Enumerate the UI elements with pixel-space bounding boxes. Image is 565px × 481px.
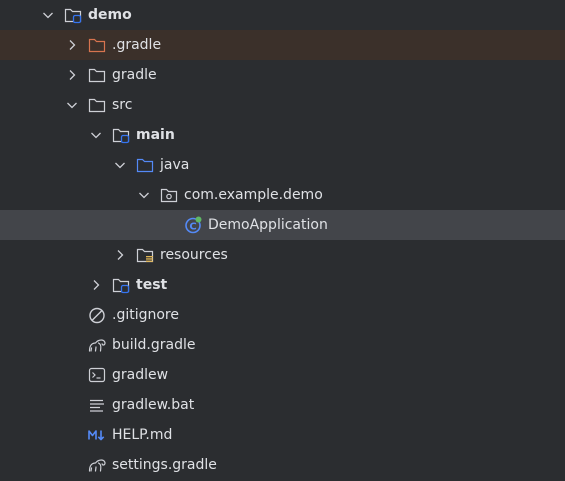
tree-label-gradle: gradle [112, 67, 157, 83]
module-folder-icon [112, 126, 130, 144]
tree-row-test[interactable]: test [0, 270, 565, 300]
tree-label-build-gradle: build.gradle [112, 337, 196, 353]
tree-row-build-gradle[interactable]: build.gradle [0, 330, 565, 360]
chevron-right-icon[interactable] [112, 247, 128, 263]
chevron-right-icon[interactable] [64, 67, 80, 83]
markdown-icon [88, 426, 106, 444]
chevron-down-icon[interactable] [64, 97, 80, 113]
chevron-right-icon[interactable] [88, 277, 104, 293]
tree-row-gitignore[interactable]: .gitignore [0, 300, 565, 330]
project-tree: demo .gradle gradle src main java com.ex… [0, 0, 565, 481]
tree-label-gradlew: gradlew [112, 367, 169, 383]
tree-label-test: test [136, 277, 168, 293]
tree-row-package[interactable]: com.example.demo [0, 180, 565, 210]
shell-script-icon [88, 366, 106, 384]
tree-row-gradlew[interactable]: gradlew [0, 360, 565, 390]
tree-label-help-md: HELP.md [112, 427, 173, 443]
tree-label-src: src [112, 97, 133, 113]
tree-label-package: com.example.demo [184, 187, 323, 203]
tree-row-src[interactable]: src [0, 90, 565, 120]
package-icon [160, 186, 178, 204]
chevron-down-icon[interactable] [112, 157, 128, 173]
excluded-folder-icon [88, 36, 106, 54]
tree-label-gradlew-bat: gradlew.bat [112, 397, 195, 413]
gitignore-icon [88, 306, 106, 324]
resources-folder-icon [136, 246, 154, 264]
chevron-down-icon[interactable] [136, 187, 152, 203]
text-file-icon [88, 396, 106, 414]
tree-row-settings-gradle[interactable]: settings.gradle [0, 450, 565, 480]
tree-row-dot-gradle[interactable]: .gradle [0, 30, 565, 60]
svg-text:C: C [189, 221, 196, 232]
spring-boot-class-icon: C [184, 216, 202, 234]
tree-label-demo: demo [88, 7, 132, 23]
tree-row-gradlew-bat[interactable]: gradlew.bat [0, 390, 565, 420]
module-folder-icon [64, 6, 82, 24]
tree-row-resources[interactable]: resources [0, 240, 565, 270]
tree-label-demo-application: DemoApplication [208, 217, 328, 233]
tree-label-java: java [160, 157, 190, 173]
module-folder-icon [112, 276, 130, 294]
tree-label-main: main [136, 127, 175, 143]
tree-row-gradle[interactable]: gradle [0, 60, 565, 90]
tree-row-java[interactable]: java [0, 150, 565, 180]
source-folder-icon [136, 156, 154, 174]
chevron-down-icon[interactable] [88, 127, 104, 143]
folder-icon [88, 96, 106, 114]
gradle-elephant-icon [88, 336, 106, 354]
tree-label-settings-gradle: settings.gradle [112, 457, 217, 473]
tree-row-demo-application[interactable]: C DemoApplication [0, 210, 565, 240]
tree-row-main[interactable]: main [0, 120, 565, 150]
tree-row-help-md[interactable]: HELP.md [0, 420, 565, 450]
chevron-down-icon[interactable] [40, 7, 56, 23]
folder-icon [88, 66, 106, 84]
tree-label-gitignore: .gitignore [112, 307, 179, 323]
gradle-elephant-icon [88, 456, 106, 474]
tree-row-demo[interactable]: demo [0, 0, 565, 30]
tree-label-resources: resources [160, 247, 228, 263]
tree-label-dot-gradle: .gradle [112, 37, 162, 53]
chevron-right-icon[interactable] [64, 37, 80, 53]
